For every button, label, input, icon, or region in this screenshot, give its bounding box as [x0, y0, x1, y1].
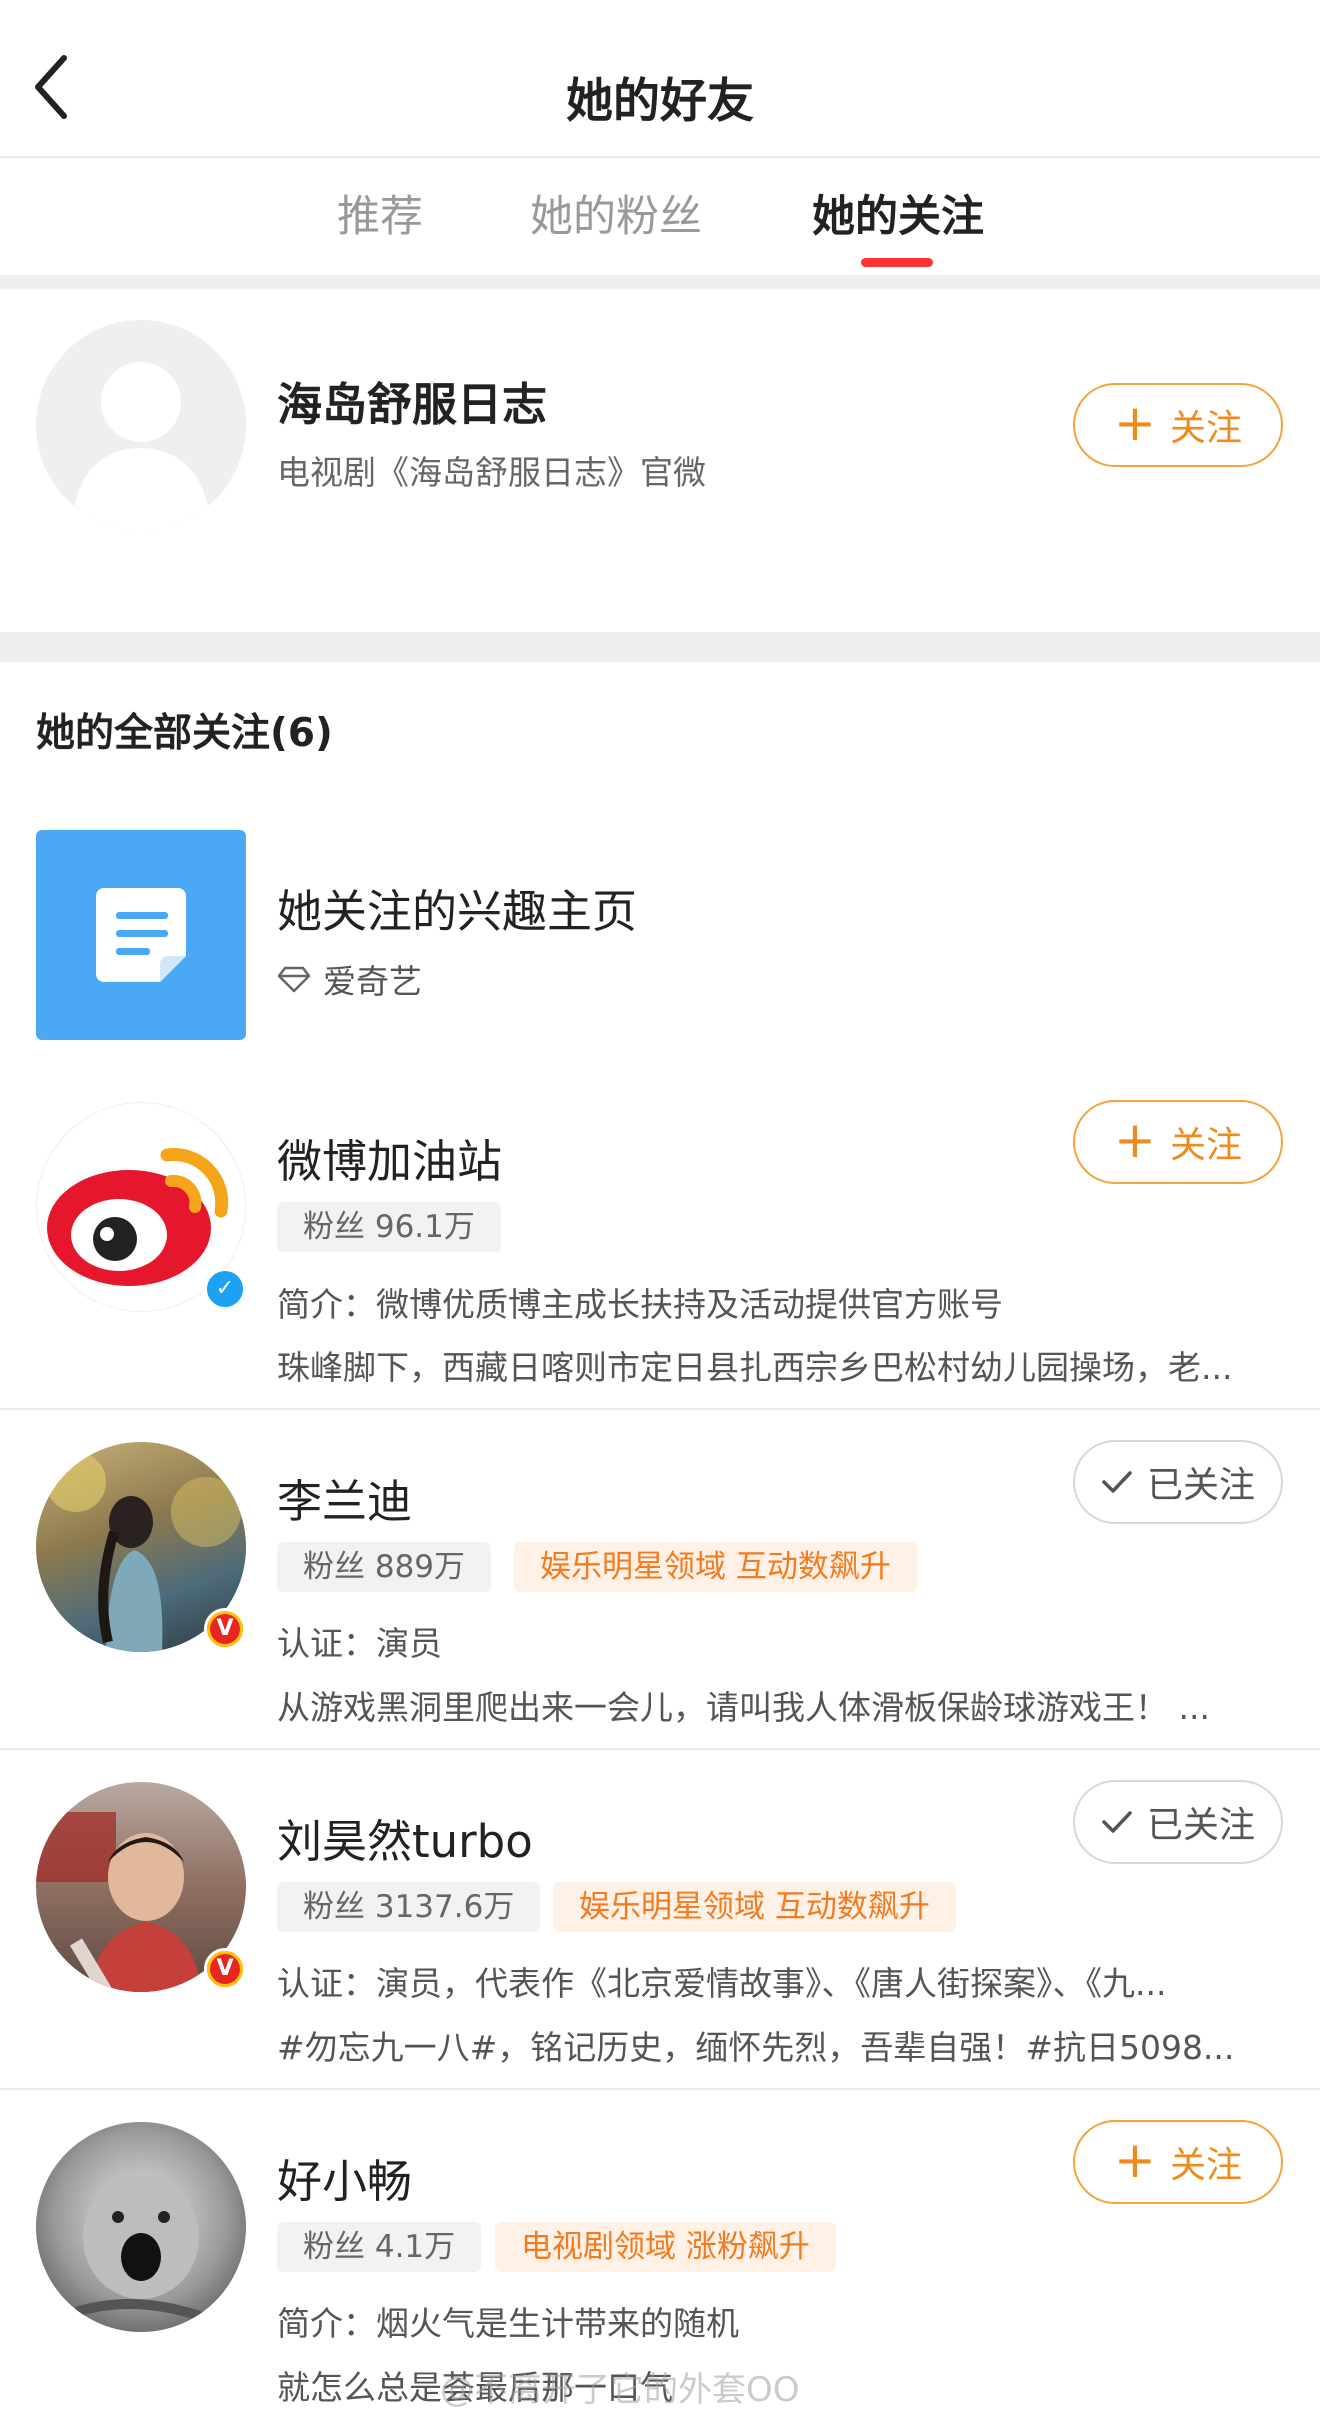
interest-page-source: 爱奇艺: [277, 955, 422, 1003]
trend-tag: 电视剧领域 涨粉飙升: [495, 2222, 836, 2272]
plus-icon: +: [1114, 2131, 1156, 2189]
tab-her-fans[interactable]: 她的粉丝: [530, 182, 702, 244]
gold-v-icon: V: [204, 1948, 246, 1990]
page-title: 她的好友: [566, 74, 754, 129]
user-latest-post: 从游戏黑洞里爬出来一会儿，请叫我人体滑板保龄球游戏王！ ...: [277, 1688, 1210, 1727]
all-follows-heading: 她的全部关注(6): [36, 711, 333, 756]
featured-user-desc: 电视剧《海岛舒服日志》官微: [277, 453, 706, 492]
row-divider: [0, 1748, 1320, 1750]
section-gap: [0, 632, 1320, 662]
user-name[interactable]: 好小畅: [277, 2145, 412, 2210]
user-avatar[interactable]: [36, 2122, 246, 2332]
document-icon: [36, 830, 246, 1040]
tab-bar: 推荐 她的粉丝 她的关注: [0, 160, 1320, 275]
fans-count: 粉丝 96.1万: [277, 1202, 501, 1252]
blue-v-icon: ✓: [204, 1268, 246, 1310]
section-gap: [0, 275, 1320, 289]
top-bar: 她的好友: [0, 0, 1320, 158]
user-verification: 认证：演员: [277, 1624, 442, 1663]
following-button[interactable]: 已关注: [1073, 1440, 1283, 1524]
user-name[interactable]: 刘昊然turbo: [277, 1805, 533, 1870]
row-divider: [0, 1408, 1320, 1410]
trend-tag: 娱乐明星领域 互动数飙升: [553, 1882, 956, 1932]
user-latest-post: 珠峰脚下，西藏日喀则市定日县扎西宗乡巴松村幼儿园操场，老...: [277, 1348, 1233, 1387]
user-intro: 简介：微博优质博主成长扶持及活动提供官方账号: [277, 1285, 1003, 1324]
interest-page-title: 她关注的兴趣主页: [277, 885, 638, 938]
trend-tag: 娱乐明星领域 互动数飙升: [514, 1542, 917, 1592]
diamond-icon: [277, 966, 311, 993]
user-name[interactable]: 微博加油站: [277, 1125, 502, 1190]
tab-recommend[interactable]: 推荐: [337, 182, 423, 244]
user-verification: 认证：演员，代表作《北京爱情故事》、《唐人街探案》、《九...: [277, 1964, 1167, 2003]
user-intro: 简介：烟火气是生计带来的随机: [277, 2304, 739, 2343]
follow-button[interactable]: + 关注: [1073, 383, 1283, 467]
check-icon: [1102, 1811, 1132, 1833]
row-divider: [0, 2088, 1320, 2090]
check-icon: [1102, 1471, 1132, 1493]
featured-user-name[interactable]: 海岛舒服日志: [277, 368, 547, 433]
watermark: @不离开了它的外套OO: [440, 2370, 800, 2410]
default-avatar-icon[interactable]: [36, 320, 246, 530]
follow-button[interactable]: + 关注: [1073, 1100, 1283, 1184]
plus-icon: +: [1114, 394, 1156, 452]
follow-button-label: 关注: [1169, 1125, 1242, 1166]
gold-v-icon: V: [204, 1608, 246, 1650]
user-latest-post: #勿忘九一八#，铭记历史，缅怀先烈，吾辈自强！#抗日5098...: [277, 2028, 1235, 2067]
fans-count: 粉丝 3137.6万: [277, 1882, 541, 1932]
follow-button-label: 关注: [1169, 2145, 1242, 2186]
plus-icon: +: [1114, 1111, 1156, 1169]
following-button[interactable]: 已关注: [1073, 1780, 1283, 1864]
following-button-label: 已关注: [1146, 1465, 1255, 1506]
interest-page-source-label: 爱奇艺: [323, 962, 422, 1001]
follow-button-label: 关注: [1169, 408, 1242, 449]
following-button-label: 已关注: [1146, 1805, 1255, 1846]
fans-count: 粉丝 4.1万: [277, 2222, 482, 2272]
fans-count: 粉丝 889万: [277, 1542, 492, 1592]
follow-button[interactable]: + 关注: [1073, 2120, 1283, 2204]
user-name[interactable]: 李兰迪: [277, 1465, 412, 1530]
tab-her-follows[interactable]: 她的关注: [812, 182, 984, 244]
active-tab-indicator: [861, 258, 933, 267]
